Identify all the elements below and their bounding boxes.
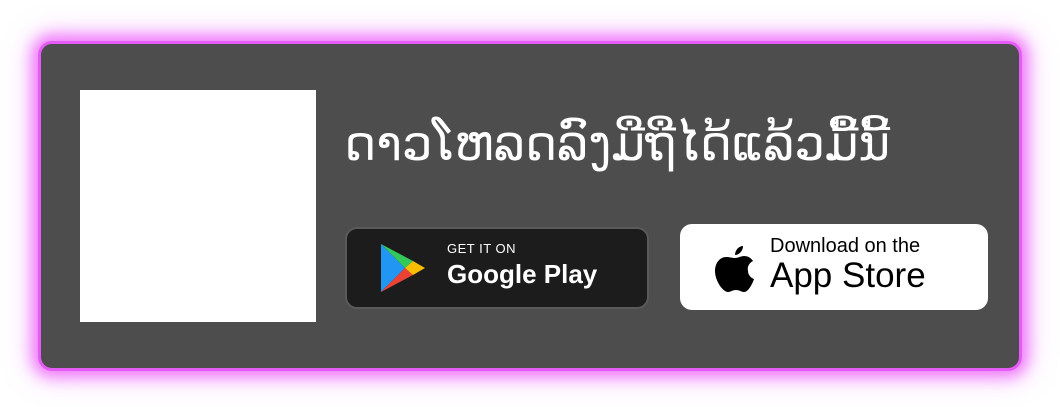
google-play-small-label: GET IT ON <box>447 241 517 256</box>
headline: ດາວໂຫລດລົງມືຖືໄດ້ແລ້ວມື້ນີ້ <box>344 116 891 172</box>
qr-code <box>80 90 316 322</box>
app-store-small-label: Download on the <box>770 235 921 257</box>
google-play-label: Google Play <box>447 259 598 289</box>
app-store-button[interactable]: Download on the App Store <box>680 224 988 310</box>
apple-icon <box>715 246 754 292</box>
google-play-icon <box>381 244 425 292</box>
google-play-button[interactable]: GET IT ON Google Play <box>345 227 649 309</box>
app-store-label: App Store <box>770 256 926 295</box>
